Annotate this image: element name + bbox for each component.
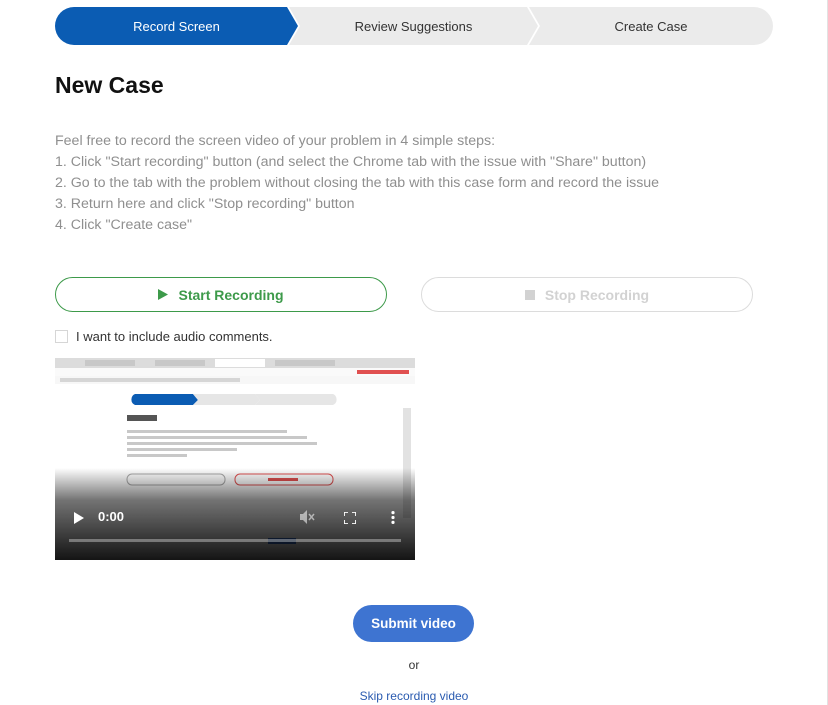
- step-review-suggestions[interactable]: Review Suggestions: [289, 7, 538, 45]
- stop-recording-label: Stop Recording: [544, 286, 650, 303]
- start-recording-label: Start Recording: [178, 286, 284, 303]
- instructions: Feel free to record the screen video of …: [55, 131, 755, 236]
- instructions-step-4: 4. Click "Create case": [55, 217, 193, 233]
- audio-comments-label[interactable]: I want to include audio comments.: [76, 329, 273, 344]
- start-recording-button[interactable]: Start Recording: [55, 277, 387, 312]
- submit-video-button[interactable]: Submit video: [353, 605, 474, 642]
- progress-stepper: Record Screen Review Suggestions Create …: [55, 7, 773, 45]
- step-label: Record Screen: [133, 18, 220, 34]
- instructions-step-1: 1. Click "Start recording" button (and s…: [55, 154, 647, 170]
- video-controls-bar: 0:00: [55, 506, 415, 530]
- skip-recording-link[interactable]: Skip recording video: [0, 689, 828, 703]
- audio-comments-checkbox[interactable]: [55, 330, 68, 343]
- step-record-screen[interactable]: Record Screen: [55, 7, 298, 45]
- instructions-intro: Feel free to record the screen video of …: [55, 133, 496, 149]
- or-separator: or: [408, 658, 420, 672]
- step-create-case[interactable]: Create Case: [529, 7, 773, 45]
- stop-recording-button[interactable]: Stop Recording: [421, 277, 753, 312]
- audio-comments-option: I want to include audio comments.: [55, 329, 273, 344]
- recorded-video-player[interactable]: 0:00: [55, 358, 415, 560]
- instructions-step-3: 3. Return here and click "Stop recording…: [55, 196, 355, 212]
- stop-icon: [524, 289, 535, 300]
- play-icon: [158, 289, 169, 300]
- video-time: 0:00: [98, 509, 125, 524]
- fullscreen-icon[interactable]: [343, 511, 357, 529]
- step-label: Create Case: [614, 18, 688, 34]
- instructions-step-2: 2. Go to the tab with the problem withou…: [55, 175, 660, 191]
- volume-muted-icon[interactable]: [300, 510, 315, 529]
- play-icon[interactable]: [74, 511, 84, 529]
- page-title: New Case: [55, 72, 164, 98]
- more-options-icon[interactable]: [391, 511, 395, 529]
- video-progress-track[interactable]: [69, 539, 401, 542]
- step-label: Review Suggestions: [354, 18, 473, 34]
